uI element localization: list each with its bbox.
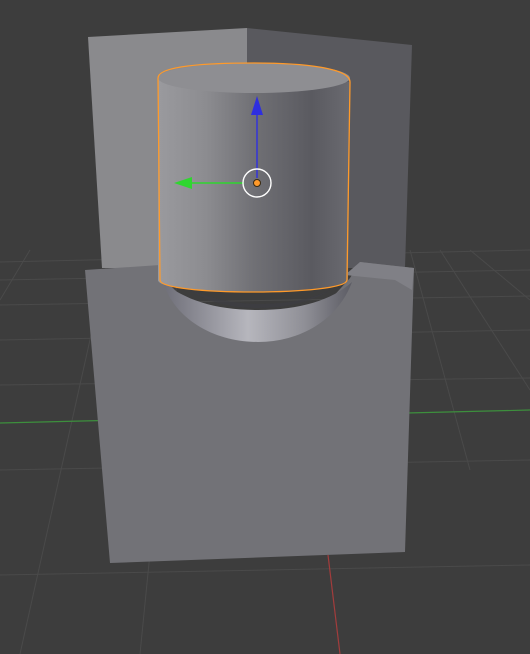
selected-cylinder[interactable] — [157, 62, 351, 293]
viewport-canvas[interactable] — [0, 0, 530, 654]
x-axis-line — [327, 554, 341, 654]
pivot-origin-icon — [253, 179, 261, 187]
3d-viewport[interactable] — [0, 0, 530, 654]
